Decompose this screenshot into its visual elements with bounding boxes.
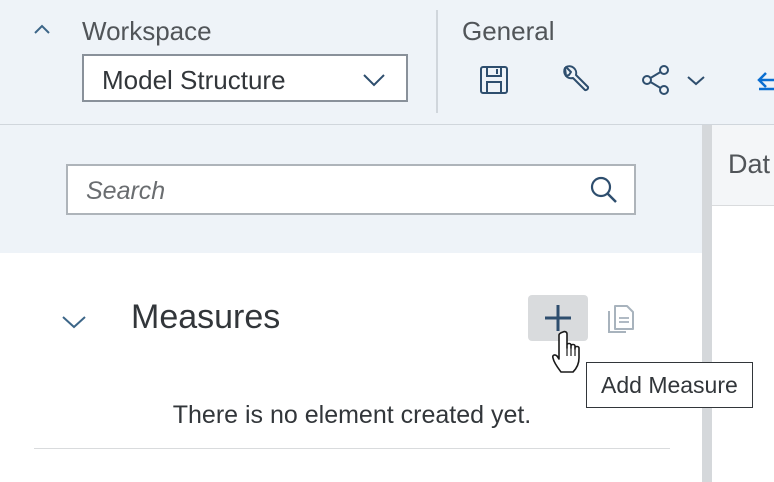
section-divider	[34, 448, 670, 449]
share-button[interactable]	[638, 62, 674, 98]
save-button[interactable]	[476, 62, 512, 98]
right-panel-tab[interactable]: Dat	[728, 149, 770, 180]
measures-expand-button[interactable]	[58, 307, 90, 335]
general-label: General	[462, 16, 555, 46]
right-panel-header: Dat	[712, 125, 774, 206]
panel-splitter[interactable]	[702, 125, 712, 482]
copy-icon	[608, 305, 634, 333]
toolbar-divider	[436, 10, 438, 113]
toolbar: Workspace Model Structure General	[0, 0, 774, 125]
back-button[interactable]	[756, 62, 774, 98]
share-menu-button[interactable]	[684, 62, 708, 98]
search-input[interactable]	[84, 172, 568, 210]
collapse-toolbar-button[interactable]	[28, 18, 56, 42]
workspace-label: Workspace	[82, 16, 212, 46]
workspace-select-value: Model Structure	[102, 65, 286, 95]
search-icon	[590, 176, 617, 203]
chevron-down-icon	[687, 76, 705, 86]
right-panel: Dat	[712, 125, 774, 482]
save-icon	[480, 66, 508, 94]
share-icon	[642, 65, 669, 95]
workspace-select[interactable]: Model Structure	[82, 54, 408, 102]
measures-title: Measures	[131, 298, 281, 336]
sidebar-search-area	[0, 125, 702, 253]
add-measure-tooltip: Add Measure	[586, 362, 753, 408]
back-icon	[757, 72, 774, 91]
copy-measure-button[interactable]	[604, 301, 638, 337]
search-button[interactable]	[588, 174, 620, 206]
search-field[interactable]	[66, 164, 636, 215]
chevron-down-icon	[363, 74, 385, 87]
chevron-up-icon	[34, 24, 50, 34]
wrench-icon	[563, 65, 590, 92]
chevron-down-icon	[62, 316, 86, 329]
hand-cursor-icon	[550, 329, 588, 377]
settings-button[interactable]	[556, 62, 592, 98]
